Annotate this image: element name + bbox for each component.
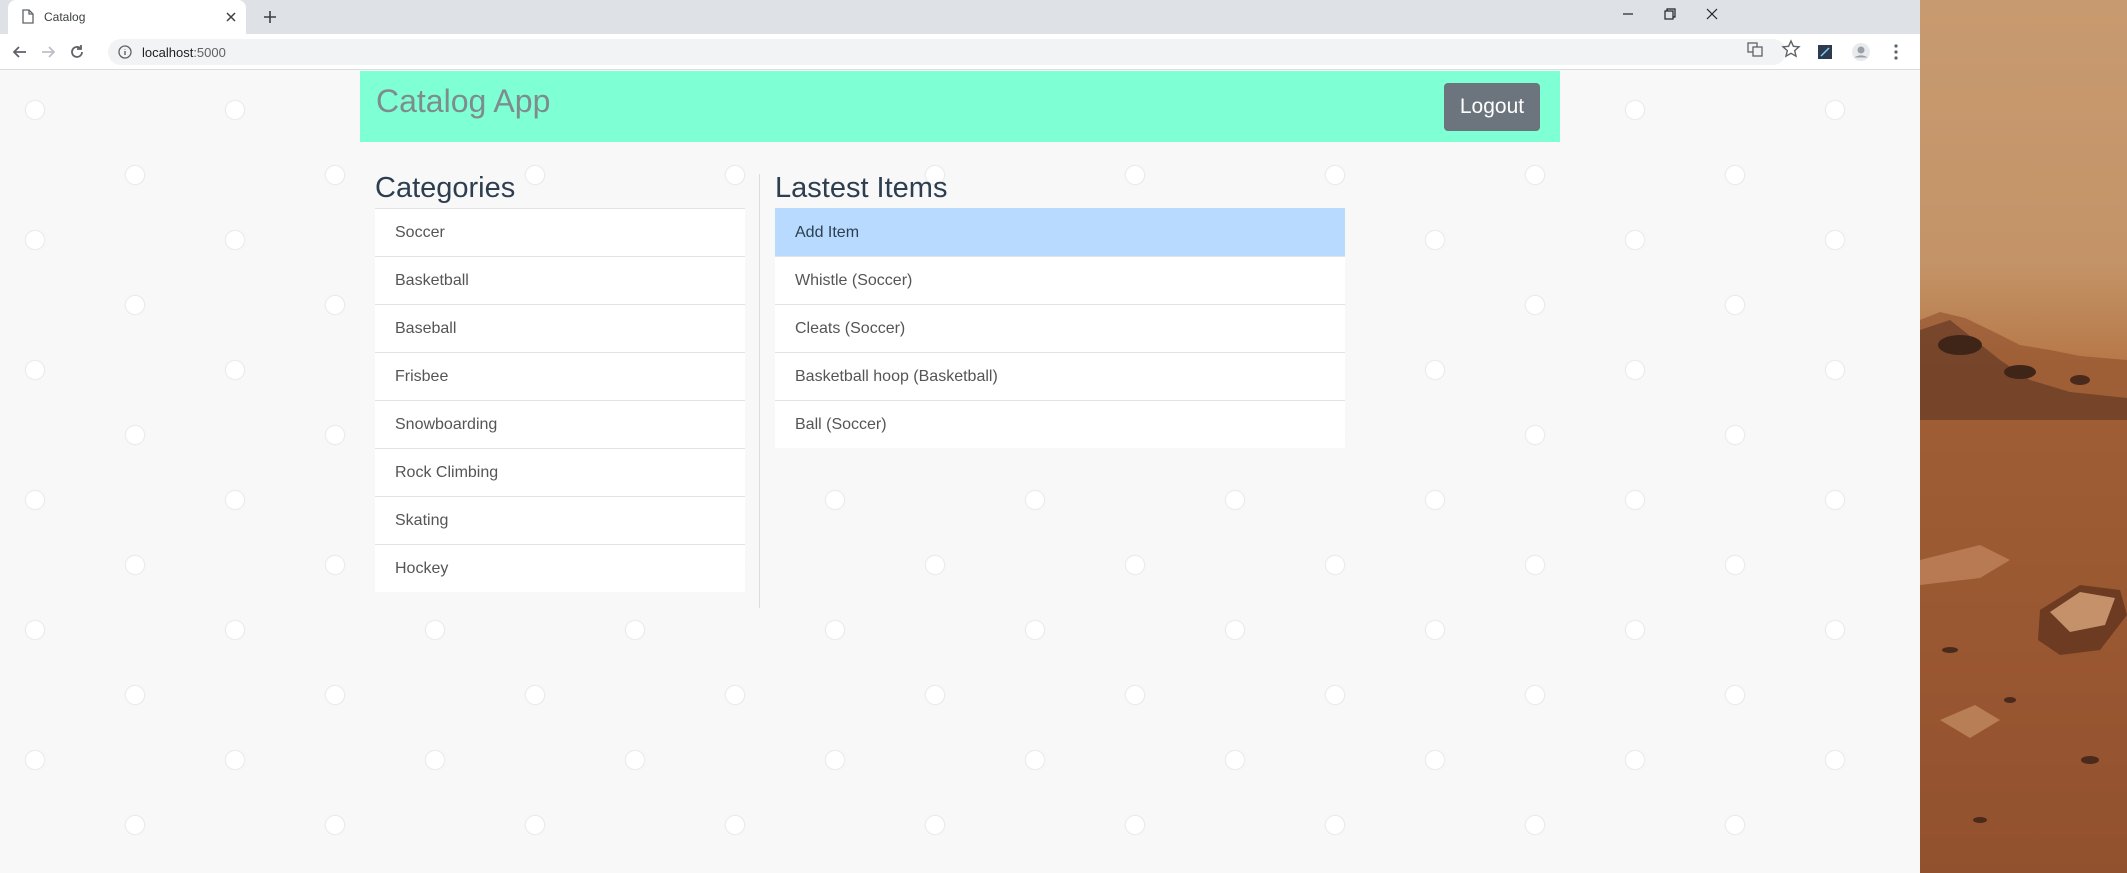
page-viewport: Catalog App Logout Categories Soccer Bas… xyxy=(0,70,1920,873)
forward-arrow-icon[interactable] xyxy=(38,42,58,62)
category-item[interactable]: Skating xyxy=(375,496,745,544)
category-item[interactable]: Snowboarding xyxy=(375,400,745,448)
latest-items-panel: Lastest Items Add Item Whistle (Soccer) … xyxy=(775,172,1345,448)
url-host: localhost xyxy=(142,45,194,60)
back-arrow-icon[interactable] xyxy=(10,42,30,62)
tab-close-icon[interactable] xyxy=(222,8,240,26)
app-header: Catalog App Logout xyxy=(360,71,1560,142)
latest-item[interactable]: Basketball hoop (Basketball) xyxy=(775,352,1345,400)
tab-strip: Catalog xyxy=(0,0,1920,34)
categories-heading: Categories xyxy=(375,172,516,204)
categories-panel: Categories Soccer Basketball Baseball Fr… xyxy=(375,172,745,592)
browser-toolbar: localhost:5000 xyxy=(0,34,1920,70)
latest-item[interactable]: Ball (Soccer) xyxy=(775,400,1345,448)
category-item[interactable]: Frisbee xyxy=(375,352,745,400)
category-item[interactable]: Basketball xyxy=(375,256,745,304)
tab-title: Catalog xyxy=(44,10,86,24)
column-divider xyxy=(759,174,760,608)
category-item[interactable]: Rock Climbing xyxy=(375,448,745,496)
category-item[interactable]: Hockey xyxy=(375,544,745,592)
category-item[interactable]: Soccer xyxy=(375,208,745,256)
latest-items-heading: Lastest Items xyxy=(775,172,948,204)
close-window-icon[interactable] xyxy=(1697,4,1727,24)
latest-item[interactable]: Cleats (Soccer) xyxy=(775,304,1345,352)
app-brand[interactable]: Catalog App xyxy=(376,83,550,120)
url-port: :5000 xyxy=(193,45,226,60)
restore-icon[interactable] xyxy=(1655,4,1685,24)
desktop-wallpaper xyxy=(1920,0,2127,873)
browser-tab[interactable]: Catalog xyxy=(8,0,246,34)
reload-icon[interactable] xyxy=(67,42,87,62)
latest-item[interactable]: Whistle (Soccer) xyxy=(775,256,1345,304)
new-tab-icon[interactable] xyxy=(260,7,280,27)
minimize-icon[interactable] xyxy=(1613,4,1643,24)
browser-chrome: Catalog localhost:5000 xyxy=(0,0,1920,70)
latest-items-list: Add Item Whistle (Soccer) Cleats (Soccer… xyxy=(775,208,1345,448)
bookmark-star-icon[interactable] xyxy=(1781,39,1801,59)
categories-list: Soccer Basketball Baseball Frisbee Snowb… xyxy=(375,208,745,592)
add-item-link[interactable]: Add Item xyxy=(775,208,1345,256)
page-icon xyxy=(22,9,34,24)
category-item[interactable]: Baseball xyxy=(375,304,745,352)
profile-avatar-icon[interactable] xyxy=(1851,42,1871,62)
extension-icon[interactable] xyxy=(1815,42,1835,62)
url-text[interactable]: localhost:5000 xyxy=(142,45,226,60)
address-bar[interactable]: localhost:5000 xyxy=(108,39,1786,65)
mars-landscape-image xyxy=(1920,312,2127,873)
translate-icon[interactable] xyxy=(1745,39,1765,59)
logout-button[interactable]: Logout xyxy=(1444,83,1540,131)
menu-dots-icon[interactable] xyxy=(1886,42,1906,62)
info-icon[interactable] xyxy=(118,45,132,59)
